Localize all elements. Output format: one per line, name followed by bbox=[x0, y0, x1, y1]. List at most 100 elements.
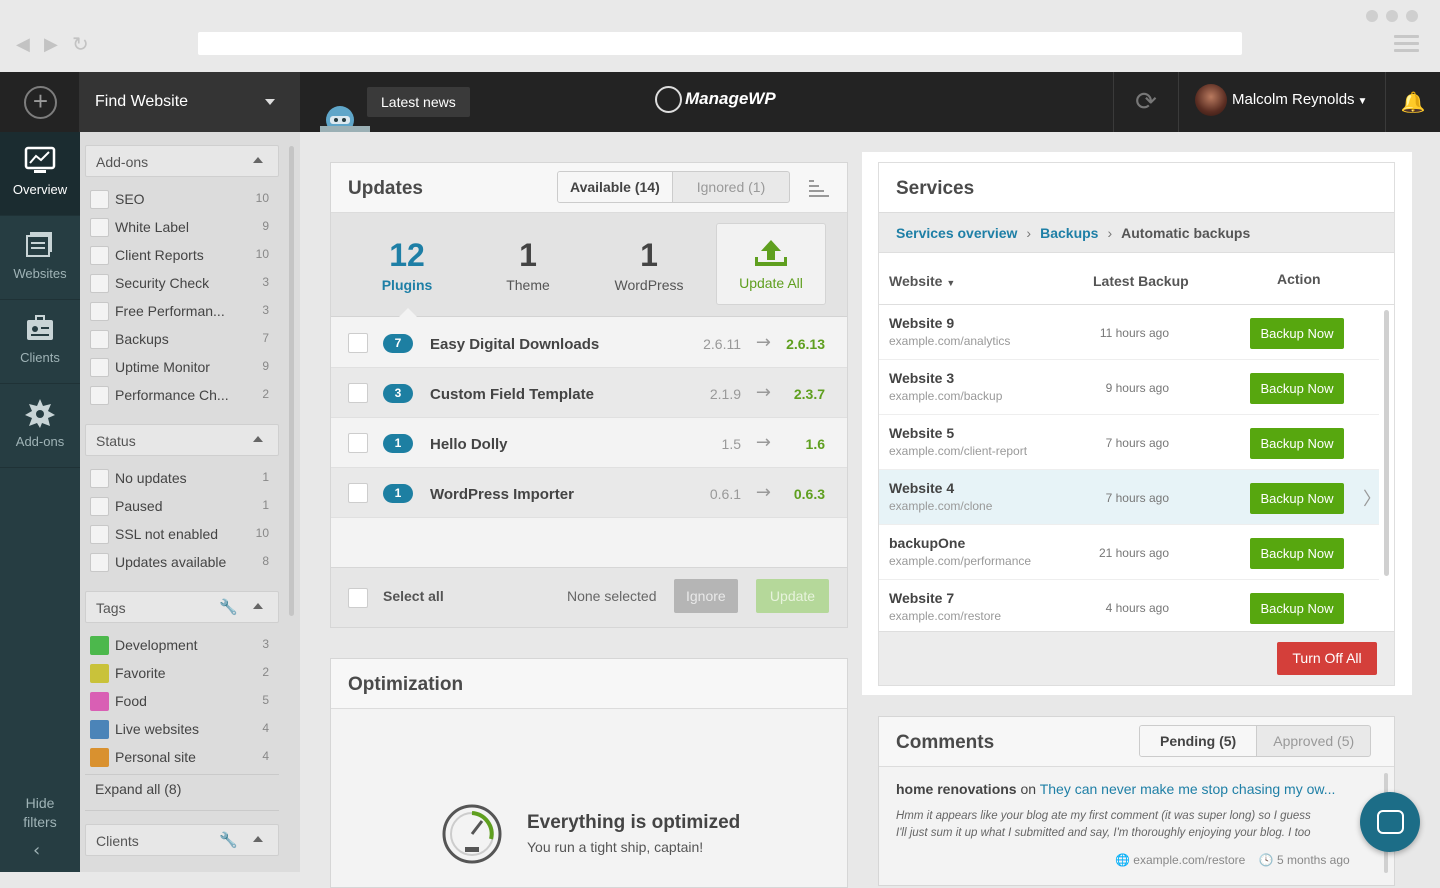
latest-news-button[interactable]: Latest news bbox=[367, 87, 470, 117]
nav-websites[interactable]: Websites bbox=[0, 216, 80, 300]
tag-color-swatch[interactable] bbox=[90, 636, 109, 655]
filter-checkbox[interactable] bbox=[90, 330, 109, 349]
user-menu[interactable]: Malcolm Reynolds ▼ bbox=[1195, 84, 1367, 116]
tag-color-swatch[interactable] bbox=[90, 692, 109, 711]
crumb-backups[interactable]: Backups bbox=[1040, 225, 1098, 241]
update-button[interactable]: Update bbox=[756, 579, 829, 613]
wrench-icon[interactable]: 🔧 bbox=[219, 831, 238, 849]
backup-row[interactable]: Website 4 example.com/clone 7 hours ago Bac… bbox=[879, 470, 1381, 525]
backup-now-button[interactable]: Backup Now bbox=[1250, 593, 1344, 624]
filter-row-tag[interactable]: Favorite 2 bbox=[90, 659, 275, 687]
back-arrow-icon[interactable]: ◀ bbox=[16, 34, 30, 55]
filter-row-tag[interactable]: Live websites 4 bbox=[90, 715, 275, 743]
filter-row-tag[interactable]: Development 3 bbox=[90, 631, 275, 659]
filter-row-addon[interactable]: Backups 7 bbox=[90, 325, 275, 353]
backup-row[interactable]: backupOne example.com/performance 21 hours… bbox=[879, 525, 1379, 580]
filter-checkbox[interactable] bbox=[90, 190, 109, 209]
backup-now-button[interactable]: Backup Now bbox=[1250, 373, 1344, 404]
backup-now-button[interactable]: Backup Now bbox=[1250, 428, 1344, 459]
update-checkbox[interactable] bbox=[348, 483, 368, 503]
turn-off-all-button[interactable]: Turn Off All bbox=[1277, 642, 1377, 675]
sync-icon[interactable]: ⟳ bbox=[1113, 72, 1179, 132]
filter-row-status[interactable]: No updates 1 bbox=[90, 464, 275, 492]
filter-row-tag[interactable]: Food 5 bbox=[90, 687, 275, 715]
tags-filter-header[interactable]: Tags 🔧 bbox=[85, 591, 279, 623]
filter-checkbox[interactable] bbox=[90, 497, 109, 516]
nav-addons[interactable]: Add-ons bbox=[0, 384, 80, 468]
add-button[interactable]: + bbox=[0, 72, 80, 132]
browser-menu-icon[interactable] bbox=[1394, 35, 1419, 53]
backup-now-button[interactable]: Backup Now bbox=[1250, 483, 1344, 514]
filter-checkbox[interactable] bbox=[90, 553, 109, 572]
filter-checkbox[interactable] bbox=[90, 246, 109, 265]
nav-overview[interactable]: Overview bbox=[0, 132, 80, 216]
tag-color-swatch[interactable] bbox=[90, 748, 109, 767]
chevron-left-icon[interactable]: ‹ bbox=[33, 840, 40, 861]
tag-color-swatch[interactable] bbox=[90, 664, 109, 683]
filter-row-addon[interactable]: Client Reports 10 bbox=[90, 241, 275, 269]
hide-filters-button[interactable]: Hide filters bbox=[0, 794, 80, 832]
filter-checkbox[interactable] bbox=[90, 218, 109, 237]
expand-all-link[interactable]: Expand all (8) bbox=[95, 781, 181, 797]
filter-row-addon[interactable]: SEO 10 bbox=[90, 185, 275, 213]
comment-url[interactable]: example.com/restore bbox=[1133, 853, 1245, 867]
sort-icon[interactable] bbox=[809, 179, 829, 204]
find-website-dropdown[interactable]: Find Website bbox=[80, 72, 300, 132]
filter-checkbox[interactable] bbox=[90, 469, 109, 488]
backup-now-button[interactable]: Backup Now bbox=[1250, 318, 1344, 349]
wrench-icon[interactable]: 🔧 bbox=[219, 598, 238, 616]
filter-row-status[interactable]: SSL not enabled 10 bbox=[90, 520, 275, 548]
backup-row[interactable]: Website 7 example.com/restore 4 hours ago B… bbox=[879, 580, 1379, 635]
stat-theme[interactable]: 1 Theme bbox=[473, 237, 583, 293]
filter-row-addon[interactable]: Security Check 3 bbox=[90, 269, 275, 297]
forward-arrow-icon[interactable]: ▶ bbox=[44, 34, 58, 55]
website-name[interactable]: Website 3 bbox=[889, 370, 954, 386]
crumb-services-overview[interactable]: Services overview bbox=[896, 225, 1017, 241]
backup-row[interactable]: Website 5 example.com/client-report 7 hour… bbox=[879, 415, 1379, 470]
bell-icon[interactable]: 🔔 bbox=[1385, 72, 1440, 132]
backup-row[interactable]: Website 9 example.com/analytics 11 hours a… bbox=[879, 305, 1379, 360]
tab-available[interactable]: Available (14) bbox=[558, 172, 673, 202]
address-bar[interactable] bbox=[198, 32, 1242, 55]
filter-row-status[interactable]: Paused 1 bbox=[90, 492, 275, 520]
tab-approved[interactable]: Approved (5) bbox=[1257, 726, 1370, 756]
filter-row-tag[interactable]: Personal site 4 bbox=[90, 743, 275, 771]
update-all-button[interactable]: Update All bbox=[716, 223, 826, 305]
filter-checkbox[interactable] bbox=[90, 386, 109, 405]
tag-color-swatch[interactable] bbox=[90, 720, 109, 739]
update-checkbox[interactable] bbox=[348, 433, 368, 453]
reload-icon[interactable]: ↻ bbox=[72, 32, 89, 56]
tab-pending[interactable]: Pending (5) bbox=[1140, 726, 1258, 756]
backup-row[interactable]: Website 3 example.com/backup 9 hours ago Ba… bbox=[879, 360, 1379, 415]
comment-author[interactable]: home renovations bbox=[896, 781, 1017, 797]
filter-checkbox[interactable] bbox=[90, 525, 109, 544]
stat-plugins[interactable]: 12 Plugins bbox=[352, 237, 462, 293]
ignore-button[interactable]: Ignore bbox=[674, 579, 738, 613]
plugin-name[interactable]: Hello Dolly bbox=[430, 436, 508, 453]
addons-filter-header[interactable]: Add-ons bbox=[85, 145, 279, 177]
chevron-right-icon[interactable]: 〉 bbox=[1363, 485, 1381, 511]
website-name[interactable]: Website 5 bbox=[889, 425, 954, 441]
logo[interactable]: ManageWP bbox=[655, 86, 776, 113]
website-name[interactable]: Website 9 bbox=[889, 315, 954, 331]
select-all-checkbox[interactable] bbox=[348, 588, 368, 608]
services-scrollbar[interactable] bbox=[1384, 310, 1389, 576]
filter-row-addon[interactable]: White Label 9 bbox=[90, 213, 275, 241]
nav-clients[interactable]: Clients bbox=[0, 300, 80, 384]
comment-post-link[interactable]: They can never make me stop chasing my o… bbox=[1040, 781, 1336, 797]
filters-scrollbar[interactable] bbox=[289, 146, 294, 616]
filter-checkbox[interactable] bbox=[90, 302, 109, 321]
chat-launcher-button[interactable] bbox=[1360, 792, 1420, 852]
filter-row-addon[interactable]: Uptime Monitor 9 bbox=[90, 353, 275, 381]
plugin-name[interactable]: Easy Digital Downloads bbox=[430, 336, 599, 353]
plugin-name[interactable]: WordPress Importer bbox=[430, 486, 574, 503]
stat-wordpress[interactable]: 1 WordPress bbox=[594, 237, 704, 293]
filter-checkbox[interactable] bbox=[90, 274, 109, 293]
update-checkbox[interactable] bbox=[348, 333, 368, 353]
filter-row-addon[interactable]: Free Performan... 3 bbox=[90, 297, 275, 325]
clients-filter-header[interactable]: Clients 🔧 bbox=[85, 824, 279, 856]
filter-row-addon[interactable]: Performance Ch... 2 bbox=[90, 381, 275, 409]
website-name[interactable]: Website 7 bbox=[889, 590, 954, 606]
col-website[interactable]: Website ▼ bbox=[889, 273, 955, 289]
filter-checkbox[interactable] bbox=[90, 358, 109, 377]
